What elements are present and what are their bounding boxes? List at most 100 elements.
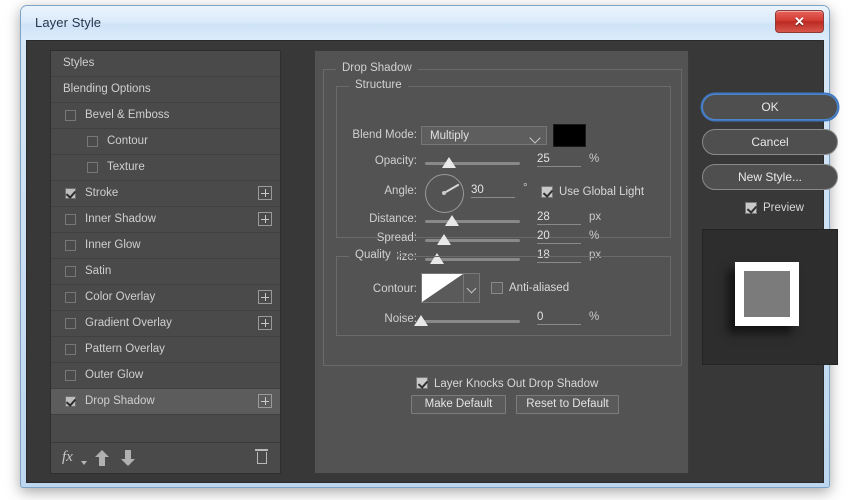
style-checkbox[interactable] [87, 136, 98, 147]
close-icon: ✕ [794, 14, 805, 29]
use-global-light-label: Use Global Light [559, 186, 645, 198]
preview-checkbox[interactable] [745, 202, 757, 214]
style-row-contour[interactable]: Contour [51, 129, 280, 155]
style-row-label: Blending Options [63, 83, 151, 95]
spread-slider-track[interactable] [425, 234, 520, 245]
contour-curve-icon [422, 274, 463, 302]
fx-icon[interactable]: fx [62, 449, 73, 466]
preview-label: Preview [763, 202, 804, 214]
title-bar: Layer Style ✕ [21, 6, 829, 40]
shadow-color-swatch[interactable] [553, 124, 586, 147]
style-row-blending-options[interactable]: Blending Options [51, 77, 280, 103]
opacity-label: Opacity: [374, 155, 417, 167]
add-effect-icon[interactable] [258, 290, 272, 304]
layer-knocks-out-label: Layer Knocks Out Drop Shadow [434, 378, 599, 390]
spread-value[interactable]: 20 [537, 230, 581, 244]
use-global-light-checkbox[interactable] [541, 186, 553, 198]
style-checkbox[interactable] [65, 370, 76, 381]
angle-unit: ° [523, 182, 528, 194]
add-effect-icon[interactable] [258, 316, 272, 330]
arrow-down-head [121, 459, 135, 466]
trash-icon[interactable] [255, 449, 268, 465]
styles-list-panel: Styles Blending Options Bevel & Emboss Cont… [50, 50, 281, 474]
angle-dial[interactable] [425, 174, 464, 213]
add-effect-icon[interactable] [258, 186, 272, 200]
spread-slider-thumb[interactable] [437, 234, 451, 245]
style-row-label: Pattern Overlay [85, 343, 165, 355]
style-row-gradient-overlay[interactable]: Gradient Overlay [51, 311, 280, 337]
ok-button[interactable]: OK [702, 94, 838, 120]
style-row-label: Contour [107, 135, 148, 147]
arrow-down-shaft [125, 450, 131, 459]
arrow-up-shaft [99, 457, 105, 466]
contour-dropdown-arrow[interactable] [464, 273, 480, 303]
style-row-bevel-emboss[interactable]: Bevel & Emboss [51, 103, 280, 129]
style-checkbox[interactable] [65, 214, 76, 225]
style-checkbox[interactable] [65, 344, 76, 355]
new-style-button[interactable]: New Style... [702, 164, 838, 190]
blend-mode-select[interactable]: Multiply [421, 126, 547, 145]
reset-to-default-button[interactable]: Reset to Default [516, 395, 619, 414]
chevron-down-icon[interactable] [81, 461, 87, 465]
layer-style-dialog: Layer Style ✕ Styles Blending Options Beve… [20, 5, 838, 488]
noise-value[interactable]: 0 [537, 311, 581, 325]
style-row-color-overlay[interactable]: Color Overlay [51, 285, 280, 311]
styles-toolbar: fx [51, 442, 280, 473]
move-up-icon[interactable] [95, 450, 109, 466]
distance-value[interactable]: 28 [537, 211, 581, 225]
style-checkbox[interactable] [65, 318, 76, 329]
style-row-label: Texture [107, 161, 145, 173]
style-checkbox[interactable] [65, 110, 76, 121]
structure-legend: Structure [349, 79, 408, 91]
arrow-up-head [95, 450, 109, 457]
quality-legend: Quality [349, 249, 397, 261]
spread-unit: % [589, 230, 600, 242]
style-checkbox[interactable] [87, 162, 98, 173]
style-row-satin[interactable]: Satin [51, 259, 280, 285]
opacity-slider-thumb[interactable] [441, 157, 456, 168]
distance-slider-thumb[interactable] [444, 215, 459, 226]
trash-lid [255, 449, 268, 451]
move-down-icon[interactable] [121, 450, 135, 466]
noise-unit: % [589, 311, 600, 323]
style-row-label: Styles [63, 57, 95, 69]
make-default-button[interactable]: Make Default [411, 395, 506, 414]
distance-label: Distance: [369, 213, 417, 225]
add-effect-icon[interactable] [258, 394, 272, 408]
style-row-label: Bevel & Emboss [85, 109, 170, 121]
anti-aliased-checkbox[interactable] [491, 282, 503, 294]
actions-panel: OK Cancel New Style... Preview [700, 50, 838, 474]
style-checkbox[interactable] [65, 240, 76, 251]
cancel-button[interactable]: Cancel [702, 129, 838, 155]
drop-shadow-title: Drop Shadow [336, 62, 418, 74]
style-checkbox[interactable] [65, 292, 76, 303]
style-checkbox[interactable] [65, 266, 76, 277]
opacity-slider-track[interactable] [425, 157, 520, 168]
style-row-inner-glow[interactable]: Inner Glow [51, 233, 280, 259]
add-effect-icon[interactable] [258, 212, 272, 226]
distance-slider-track[interactable] [425, 215, 520, 226]
style-row-outer-glow[interactable]: Outer Glow [51, 363, 280, 389]
contour-swatch[interactable] [421, 273, 464, 303]
style-checkbox[interactable] [65, 396, 76, 407]
style-row-label: Outer Glow [85, 369, 144, 381]
drop-shadow-settings-panel: Drop Shadow Structure Blend Mode: Multip… [314, 50, 689, 474]
blend-mode-value: Multiply [430, 130, 469, 142]
style-row-stroke[interactable]: Stroke [51, 181, 280, 207]
opacity-value[interactable]: 25 [537, 153, 581, 167]
style-row-label: Color Overlay [85, 291, 156, 303]
style-row-texture[interactable]: Texture [51, 155, 280, 181]
noise-slider-track[interactable] [414, 315, 520, 326]
contour-label: Contour: [372, 283, 417, 295]
style-row-label: Gradient Overlay [85, 317, 172, 329]
style-row-styles[interactable]: Styles [51, 51, 280, 77]
style-row-pattern-overlay[interactable]: Pattern Overlay [51, 337, 280, 363]
style-row-drop-shadow[interactable]: Drop Shadow [51, 389, 280, 415]
angle-value[interactable]: 30 [471, 184, 515, 198]
layer-knocks-out-checkbox[interactable] [416, 377, 428, 389]
noise-slider-thumb[interactable] [414, 315, 428, 326]
quality-fieldset: Quality Contour: Anti-aliased Noise: 0 % [336, 249, 671, 336]
style-row-inner-shadow[interactable]: Inner Shadow [51, 207, 280, 233]
style-checkbox[interactable] [65, 188, 76, 199]
close-button[interactable]: ✕ [775, 10, 824, 33]
